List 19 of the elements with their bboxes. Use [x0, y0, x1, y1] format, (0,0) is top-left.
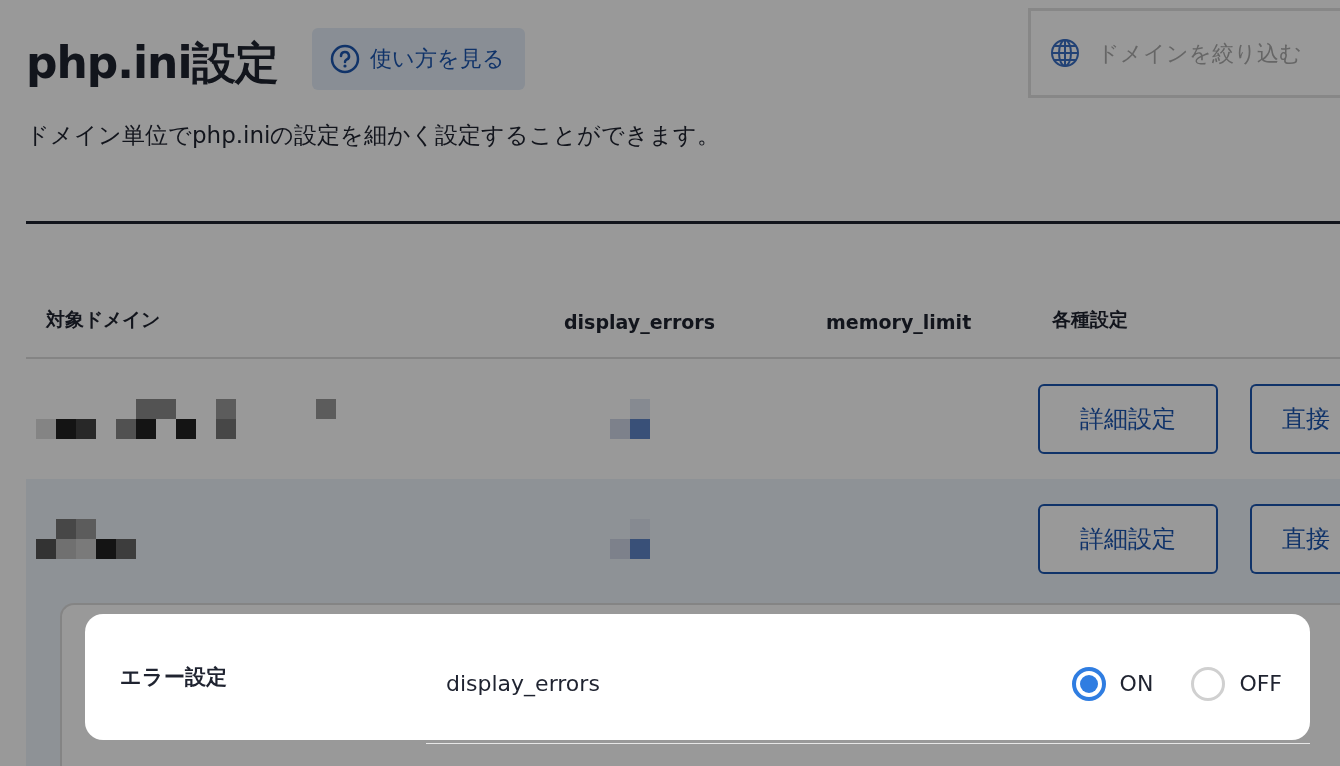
column-header: 対象ドメイン: [44, 307, 161, 332]
column-header: display_errors: [563, 311, 717, 336]
help-button[interactable]: 使い方を見る: [311, 28, 525, 90]
action-button[interactable]: 直接: [1250, 384, 1340, 454]
pixelated-value-block: [610, 399, 650, 439]
radio-option[interactable]: OFF: [1191, 666, 1282, 701]
action-button[interactable]: 直接: [1250, 504, 1340, 574]
action-button[interactable]: 詳細設定: [1038, 384, 1218, 454]
page-description: ドメイン単位でphp.iniの設定を細かく設定することができます。: [26, 121, 722, 150]
radio-option[interactable]: ON: [1071, 666, 1154, 701]
column-header: memory_limit: [825, 311, 973, 336]
setting-name: display_errors: [446, 671, 600, 696]
page-title: php.ini設定: [26, 36, 278, 90]
action-button[interactable]: 詳細設定: [1038, 504, 1218, 574]
column-header: 各種設定: [1051, 307, 1129, 332]
globe-icon: [1050, 38, 1080, 68]
help-icon: [329, 44, 360, 74]
section-label: エラー設定: [119, 664, 228, 691]
pixelated-value-block: [610, 519, 650, 559]
